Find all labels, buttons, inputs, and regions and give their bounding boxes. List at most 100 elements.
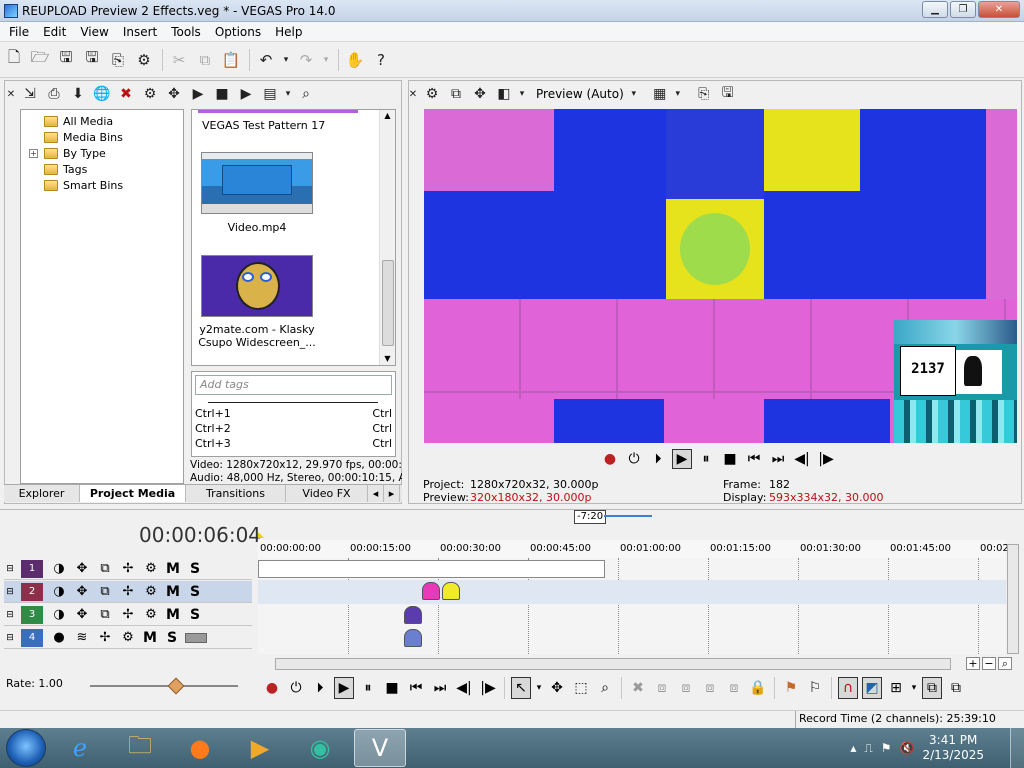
- scrollbar-thumb[interactable]: [382, 260, 394, 346]
- mute-button[interactable]: M: [164, 607, 182, 623]
- save-snapshot-icon[interactable]: 🖫: [718, 84, 738, 104]
- menu-insert[interactable]: Insert: [116, 22, 164, 42]
- ignore-event-grouping-icon[interactable]: ⧉: [946, 677, 966, 699]
- track-settings-gear-icon[interactable]: ⚙: [141, 561, 161, 576]
- zoom-tool-icon[interactable]: ⌕: [998, 657, 1012, 670]
- track-fx-icon[interactable]: ✥: [72, 607, 92, 622]
- messenger-icon[interactable]: ◉: [294, 729, 346, 767]
- tab-project-media[interactable]: Project Media: [80, 485, 186, 502]
- expand-icon[interactable]: +: [29, 148, 38, 158]
- auto-preview-icon[interactable]: ▶: [236, 84, 256, 104]
- save-as-icon[interactable]: 🖫: [82, 48, 102, 70]
- tab-scroll-left-icon[interactable]: ◂: [368, 485, 384, 502]
- close-panel-icon[interactable]: ✕: [408, 84, 418, 104]
- stop-icon[interactable]: ■: [720, 449, 740, 469]
- next-frame-icon[interactable]: |▶: [478, 677, 498, 699]
- tab-video-fx[interactable]: Video FX: [286, 485, 368, 502]
- compositing-mode-icon[interactable]: ◑: [49, 584, 69, 599]
- solo-button[interactable]: S: [163, 630, 181, 646]
- auto-crossfade-icon[interactable]: ◩: [862, 677, 882, 699]
- next-frame-icon[interactable]: |▶: [816, 449, 836, 469]
- external-monitor-icon[interactable]: ⧉: [446, 84, 466, 104]
- media-list-scrollbar[interactable]: ▲ ▼: [379, 110, 395, 365]
- enable-snapping-icon[interactable]: ∩: [838, 677, 858, 699]
- save-icon[interactable]: 🖫: [56, 48, 76, 70]
- scroll-down-icon[interactable]: ▼: [380, 353, 395, 365]
- quality-dropdown-icon[interactable]: ▾: [630, 84, 638, 104]
- menu-view[interactable]: View: [73, 22, 115, 42]
- split-dropdown-icon[interactable]: ▾: [518, 84, 526, 104]
- split-icon[interactable]: ⧈: [724, 677, 744, 699]
- track-motion-icon[interactable]: ⧉: [95, 561, 115, 576]
- lock-icon[interactable]: 🔒: [748, 677, 768, 699]
- track-header-2[interactable]: ⊟ 2 ◑ ✥ ⧉ ✢ ⚙ M S: [4, 581, 252, 603]
- add-tags-input[interactable]: Add tags: [195, 375, 392, 395]
- rate-slider[interactable]: [90, 685, 238, 687]
- media-item-video[interactable]: Video.mp4: [201, 221, 313, 234]
- taskbar-clock[interactable]: 3:41 PM 2/13/2025: [922, 733, 984, 763]
- get-media-icon[interactable]: ⬇: [68, 84, 88, 104]
- undo-icon[interactable]: ↶: [256, 50, 276, 70]
- minimize-track-icon[interactable]: ⊟: [4, 633, 16, 643]
- timeline-vertical-scrollbar[interactable]: [1007, 544, 1019, 654]
- loop-playback-icon[interactable]: ⏻: [286, 677, 306, 699]
- menu-help[interactable]: Help: [268, 22, 309, 42]
- new-file-icon[interactable]: 🗋: [4, 48, 24, 70]
- menu-edit[interactable]: Edit: [36, 22, 73, 42]
- trim-start-icon[interactable]: ⧈: [676, 677, 696, 699]
- firefox-icon[interactable]: ●: [174, 729, 226, 767]
- compositing-mode-icon[interactable]: ◑: [49, 561, 69, 576]
- solo-button[interactable]: S: [186, 561, 204, 577]
- scroll-up-icon[interactable]: ▲: [380, 110, 395, 122]
- track-settings-gear-icon[interactable]: ⚙: [118, 630, 138, 645]
- overlays-grid-icon[interactable]: ▦: [650, 84, 670, 104]
- menu-tools[interactable]: Tools: [164, 22, 208, 42]
- stop-icon[interactable]: ■: [382, 677, 402, 699]
- tree-item-by-type[interactable]: + By Type: [25, 145, 183, 161]
- play-icon[interactable]: ▶: [188, 84, 208, 104]
- views-icon[interactable]: ▤: [260, 84, 280, 104]
- flag-icon[interactable]: ⚑: [881, 741, 892, 755]
- redo-icon[interactable]: ↷: [296, 50, 316, 70]
- previous-frame-icon[interactable]: ◀|: [454, 677, 474, 699]
- menu-file[interactable]: File: [2, 22, 36, 42]
- redo-dropdown-icon[interactable]: ▾: [322, 50, 330, 70]
- pan-crop-icon[interactable]: ✢: [118, 584, 138, 599]
- auto-ripple-dropdown-icon[interactable]: ▾: [910, 677, 918, 699]
- selection-tool-icon[interactable]: ⬚: [571, 677, 591, 699]
- track-settings-gear-icon[interactable]: ⚙: [141, 584, 161, 599]
- loop-region-marker[interactable]: -7:20: [574, 510, 607, 524]
- solo-button[interactable]: S: [186, 607, 204, 623]
- close-panel-icon[interactable]: ✕: [6, 84, 16, 104]
- tree-item-smart-bins[interactable]: Smart Bins: [25, 177, 183, 193]
- zoom-in-icon[interactable]: +: [966, 657, 980, 670]
- video-fx-icon[interactable]: ✥: [470, 84, 490, 104]
- timeline-horizontal-scrollbar[interactable]: [275, 658, 951, 670]
- copy-snapshot-icon[interactable]: ⎘: [694, 84, 714, 104]
- go-to-end-icon[interactable]: ⏭: [430, 677, 450, 699]
- show-desktop-button[interactable]: [1010, 728, 1024, 768]
- paste-icon[interactable]: 📋: [221, 50, 241, 70]
- tab-explorer[interactable]: Explorer: [4, 485, 80, 502]
- media-thumbnail-klasky[interactable]: [201, 255, 313, 317]
- media-item-test-pattern[interactable]: VEGAS Test Pattern 17: [196, 119, 376, 132]
- pause-icon[interactable]: ⏸: [358, 677, 378, 699]
- play-from-start-icon[interactable]: ⏵: [310, 677, 330, 699]
- mute-button[interactable]: M: [141, 630, 159, 646]
- track4-event[interactable]: [404, 629, 422, 647]
- minimize-track-icon[interactable]: ⊟: [4, 587, 16, 597]
- whats-this-help-icon[interactable]: ?: [371, 50, 391, 70]
- menu-options[interactable]: Options: [208, 22, 268, 42]
- track-pan-icon[interactable]: ✢: [95, 630, 115, 645]
- pan-crop-icon[interactable]: ✢: [118, 607, 138, 622]
- media-player-icon[interactable]: ▶: [234, 729, 286, 767]
- show-hidden-icons-icon[interactable]: ▴: [850, 741, 856, 755]
- minimize-button[interactable]: ▁: [922, 1, 948, 18]
- track-settings-gear-icon[interactable]: ⚙: [141, 607, 161, 622]
- go-to-end-icon[interactable]: ⏭: [768, 449, 788, 469]
- preview-quality-select[interactable]: Preview (Auto): [536, 87, 624, 101]
- split-screen-icon[interactable]: ◧: [494, 84, 514, 104]
- search-icon[interactable]: ⌕: [296, 84, 316, 104]
- close-button[interactable]: ✕: [978, 1, 1020, 18]
- loop-playback-icon[interactable]: ⏻: [624, 449, 644, 469]
